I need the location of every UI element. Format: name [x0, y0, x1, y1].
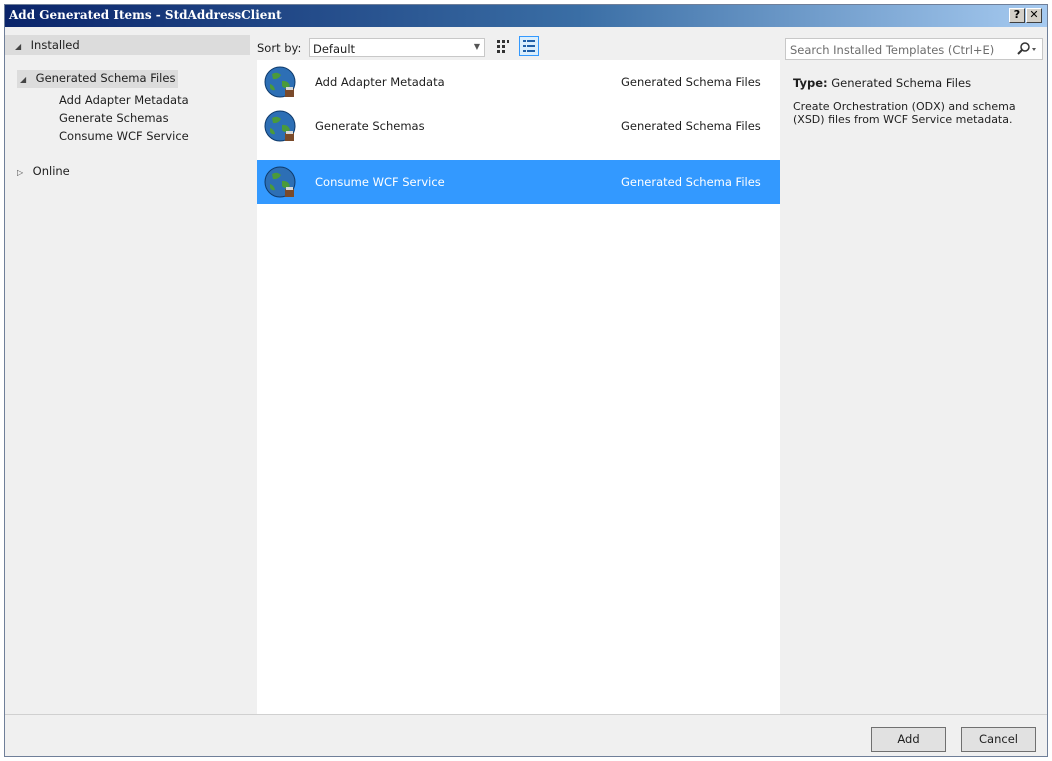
sort-by-dropdown[interactable]: Default ▼: [309, 38, 485, 57]
cancel-button[interactable]: Cancel: [961, 727, 1036, 752]
template-description: Create Orchestration (ODX) and schema (X…: [793, 100, 1016, 126]
tree-node-installed[interactable]: ◢ Installed: [5, 35, 250, 55]
online-label: Online: [32, 164, 70, 178]
list-view-button[interactable]: [519, 36, 539, 56]
template-name: Add Adapter Metadata: [315, 75, 445, 89]
dialog-footer: Add Cancel: [5, 714, 1047, 756]
sort-value: Default: [313, 42, 356, 56]
sort-toolbar: Sort by: Default ▼: [255, 34, 779, 58]
add-generated-items-dialog: Add Generated Items - StdAddressClient ?…: [4, 4, 1048, 757]
details-panel: Search Installed Templates (Ctrl+E) Type…: [781, 27, 1047, 714]
search-placeholder: Search Installed Templates (Ctrl+E): [790, 43, 995, 57]
help-button[interactable]: ?: [1009, 8, 1025, 23]
template-name: Generate Schemas: [315, 119, 425, 133]
tree-item-add-adapter-metadata[interactable]: Add Adapter Metadata: [59, 93, 189, 107]
expanded-arrow-icon[interactable]: ◢: [20, 75, 32, 84]
list-item[interactable]: Add Adapter Metadata Generated Schema Fi…: [257, 60, 780, 104]
template-category: Generated Schema Files: [621, 119, 761, 133]
list-item-selected[interactable]: Consume WCF Service Generated Schema Fil…: [257, 160, 780, 204]
add-button[interactable]: Add: [871, 727, 946, 752]
globe-icon: [264, 66, 296, 98]
tree-node-online[interactable]: ▷ Online: [17, 164, 70, 178]
type-line: Type: Generated Schema Files: [793, 76, 971, 90]
template-name: Consume WCF Service: [315, 175, 445, 189]
list-item[interactable]: Generate Schemas Generated Schema Files: [257, 104, 780, 148]
template-list: Add Adapter Metadata Generated Schema Fi…: [257, 60, 780, 714]
window-title: Add Generated Items - StdAddressClient: [9, 8, 282, 22]
tree-node-generated-schema-files[interactable]: ◢ Generated Schema Files: [17, 70, 179, 88]
search-input[interactable]: Search Installed Templates (Ctrl+E): [785, 38, 1043, 60]
chevron-down-icon: ▼: [473, 42, 480, 51]
template-tree-panel: ◢ Installed ◢ Generated Schema Files Add…: [5, 27, 254, 714]
sort-label: Sort by:: [257, 41, 302, 55]
search-icon[interactable]: [1014, 40, 1038, 58]
type-label: Type:: [793, 76, 828, 90]
globe-icon: [264, 166, 296, 198]
list-view-icon: [523, 40, 535, 52]
grid-view-icon: [497, 40, 509, 53]
template-category: Generated Schema Files: [621, 75, 761, 89]
close-button[interactable]: ✕: [1026, 8, 1042, 23]
grid-view-button[interactable]: [493, 36, 513, 56]
title-bar[interactable]: Add Generated Items - StdAddressClient ?…: [5, 5, 1047, 27]
tree-item-consume-wcf-service[interactable]: Consume WCF Service: [59, 129, 189, 143]
tree-node-label: Generated Schema Files: [35, 71, 176, 85]
collapsed-arrow-icon[interactable]: ▷: [17, 168, 29, 177]
help-icon: ?: [1013, 8, 1021, 21]
installed-label: Installed: [30, 38, 80, 52]
close-icon: ✕: [1029, 8, 1039, 21]
globe-icon: [264, 110, 296, 142]
type-value: Generated Schema Files: [831, 76, 972, 90]
tree-item-generate-schemas[interactable]: Generate Schemas: [59, 111, 169, 125]
expanded-arrow-icon[interactable]: ◢: [15, 42, 27, 51]
template-category: Generated Schema Files: [621, 175, 761, 189]
